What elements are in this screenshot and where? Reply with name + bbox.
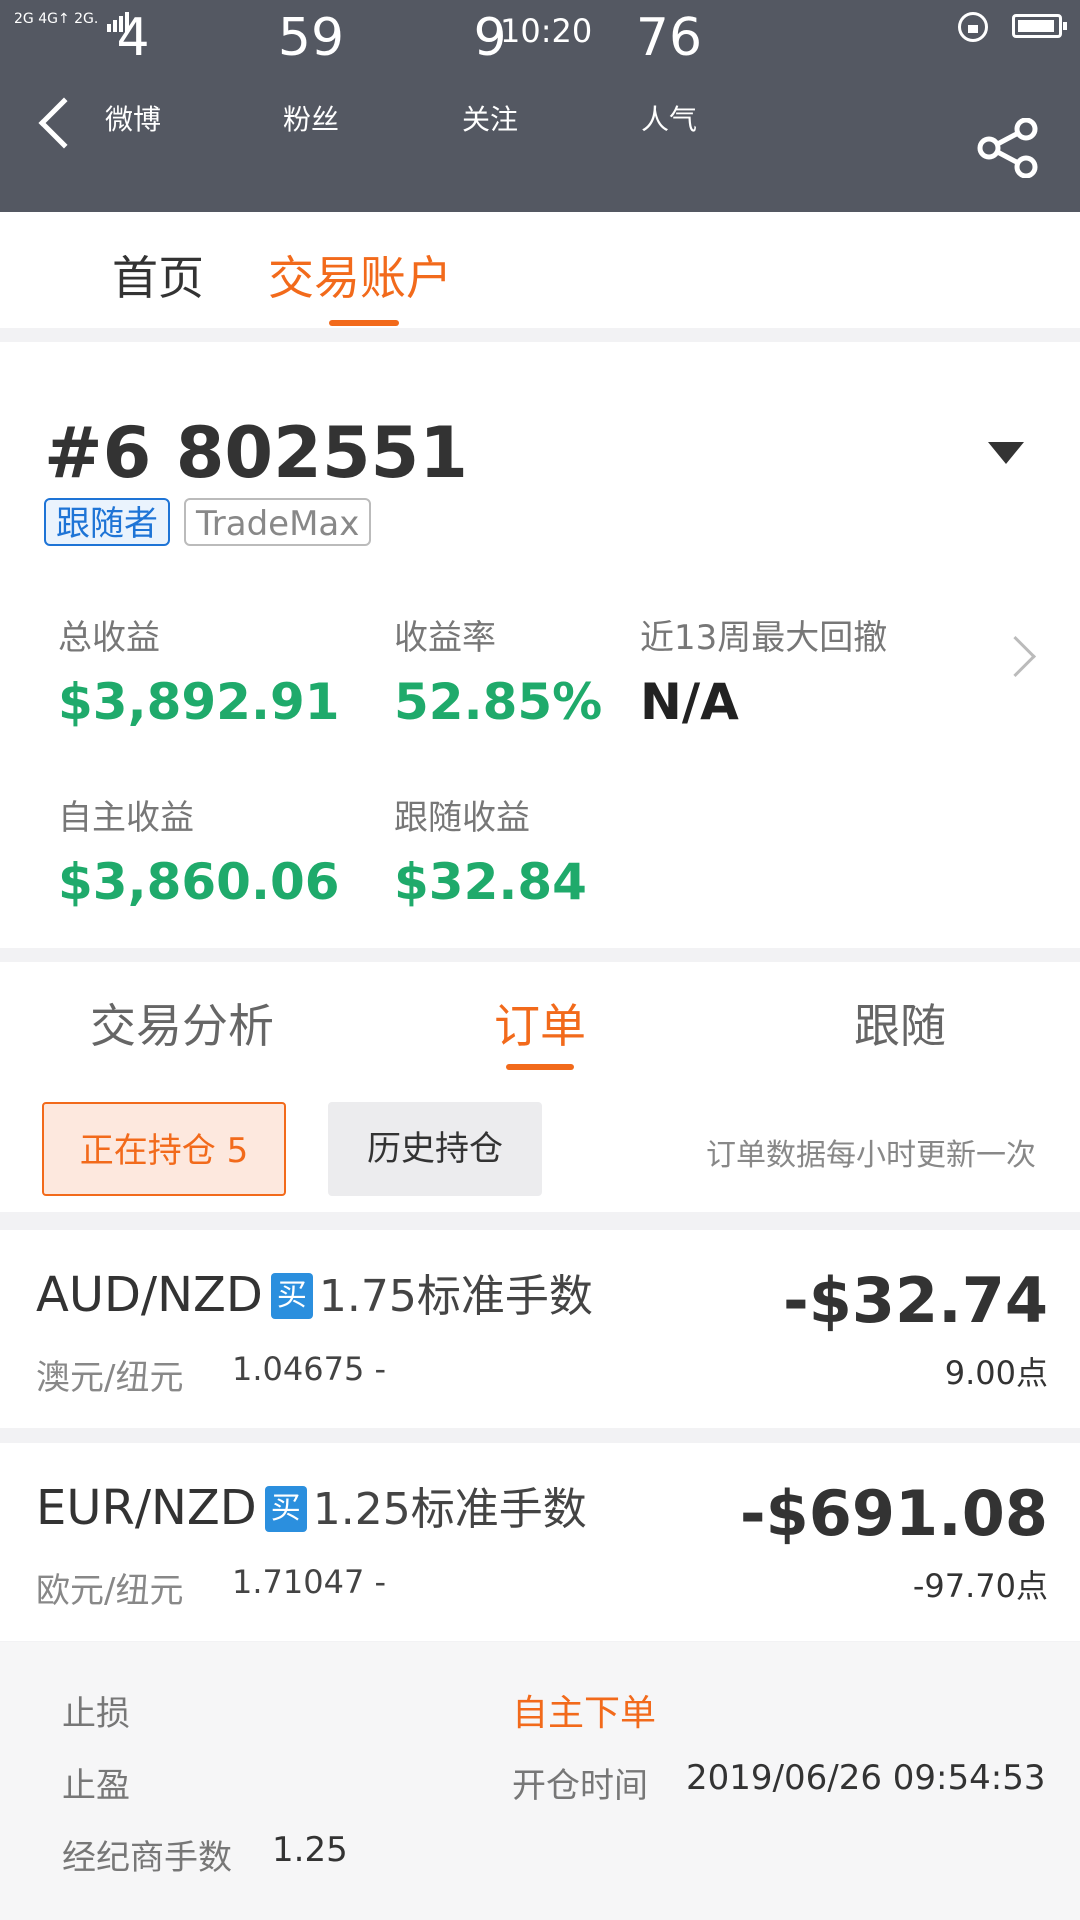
account-number: #6 802551 [44,412,468,494]
take-profit-label: 止盈 [62,1766,130,1806]
caret-down-icon[interactable] [988,442,1024,464]
metric-label: 近13周最大回撤 [640,618,888,658]
metric-value: N/A [640,673,739,731]
order-pair-line: AUD/NZD 买 1.75标准手数 [36,1260,593,1324]
open-time-value: 2019/06/26 09:54:53 [686,1758,1046,1798]
lock-rotation-icon [958,12,988,42]
metric-label: 自主收益 [58,798,194,838]
order-pair-line: EUR/NZD 买 1.25标准手数 [36,1473,587,1537]
update-note: 订单数据每小时更新一次 [706,1138,1036,1173]
tab-trade-analysis[interactable]: 交易分析 [90,990,274,1056]
order-detail-panel: 止损 止盈 经纪商手数 1.25 自主下单 开仓时间 2019/06/26 09… [0,1642,1080,1920]
tab-active-indicator [506,1064,574,1070]
buy-badge: 买 [270,1273,313,1319]
metric-follow-profit: 跟随收益 $32.84 [394,790,587,911]
broker-lots-value: 1.25 [272,1830,348,1870]
metric-value: $3,892.91 [58,673,340,731]
position-filter-row: 正在持仓 5 历史持仓 订单数据每小时更新一次 [0,1072,1080,1212]
metric-label: 总收益 [58,618,160,658]
tab-home[interactable]: 首页 [112,242,204,308]
order-pnl: -$691.08 [739,1477,1048,1550]
stat-following[interactable]: 9 关注 [425,6,555,138]
currency-pair: AUD/NZD [36,1267,263,1323]
metric-self-profit: 自主收益 $3,860.06 [58,790,340,911]
stat-following-label: 关注 [461,103,518,136]
broker-lots-label: 经纪商手数 [62,1838,232,1878]
platform-badge: TradeMax [184,498,372,546]
stat-fans[interactable]: 59 粉丝 [246,6,376,138]
order-points: -97.70点 [912,1567,1048,1605]
stat-following-count: 9 [473,8,507,68]
stat-popularity-label: 人气 [640,103,697,136]
stop-loss-label: 止损 [62,1694,130,1734]
stat-fans-count: 59 [277,8,345,68]
order-points: 9.00点 [944,1354,1048,1392]
open-rate: 1.04675 - [232,1350,387,1388]
profile-tabs: 首页 交易账户 [0,212,1080,328]
account-summary-card: #6 802551 跟随者 TradeMax 总收益 $3,892.91 收益率… [0,342,1080,948]
stat-fans-label: 粉丝 [282,103,339,136]
role-badge: 跟随者 [44,498,170,546]
buy-badge: 买 [264,1486,307,1532]
metric-value: 52.85% [394,673,603,731]
stat-weibo-label: 微博 [104,103,161,136]
chevron-right-icon[interactable] [994,635,1037,678]
metric-label: 收益率 [394,618,496,658]
stat-popularity-count: 76 [635,8,703,68]
profile-header: 2G 4G↑ 2G. 10:20 4 微博 59 粉丝 9 关注 76 人气 [0,0,1080,212]
tab-trading-account[interactable]: 交易账户 [268,242,452,308]
metric-yield: 收益率 52.85% [394,610,602,731]
metric-label: 跟随收益 [394,798,530,838]
currency-pair-cn: 澳元/纽元 [36,1358,184,1398]
order-lots: 1.75标准手数 [318,1271,593,1322]
tab-active-indicator [329,320,399,326]
open-rate: 1.71047 - [232,1563,387,1601]
order-type: 自主下单 [512,1693,657,1734]
currency-pair: EUR/NZD [36,1480,257,1536]
currency-pair-cn: 欧元/纽元 [36,1571,184,1611]
tab-follow[interactable]: 跟随 [854,990,946,1056]
open-positions-button[interactable]: 正在持仓 5 [42,1102,286,1196]
metric-total-profit: 总收益 $3,892.91 [58,610,340,731]
metric-value: $32.84 [394,853,587,911]
stat-weibo-count: 4 [116,8,150,68]
history-positions-button[interactable]: 历史持仓 [328,1102,542,1196]
order-lots: 1.25标准手数 [312,1484,587,1535]
tab-orders[interactable]: 订单 [494,990,586,1056]
order-row[interactable]: AUD/NZD 买 1.75标准手数 澳元/纽元 1.04675 - -$32.74… [0,1230,1080,1428]
metric-max-drawdown[interactable]: 近13周最大回撤 N/A [640,610,887,731]
metric-value: $3,860.06 [58,853,340,911]
stat-popularity[interactable]: 76 人气 [604,6,734,138]
share-icon[interactable] [976,118,1040,178]
stat-weibo[interactable]: 4 微博 [68,6,198,138]
open-time-label: 开仓时间 [512,1766,648,1806]
account-tabs: 交易分析 订单 跟随 [0,962,1080,1073]
order-pnl: -$32.74 [783,1264,1048,1337]
battery-icon [1012,14,1067,38]
order-row[interactable]: EUR/NZD 买 1.25标准手数 欧元/纽元 1.71047 - -$691.0… [0,1443,1080,1641]
